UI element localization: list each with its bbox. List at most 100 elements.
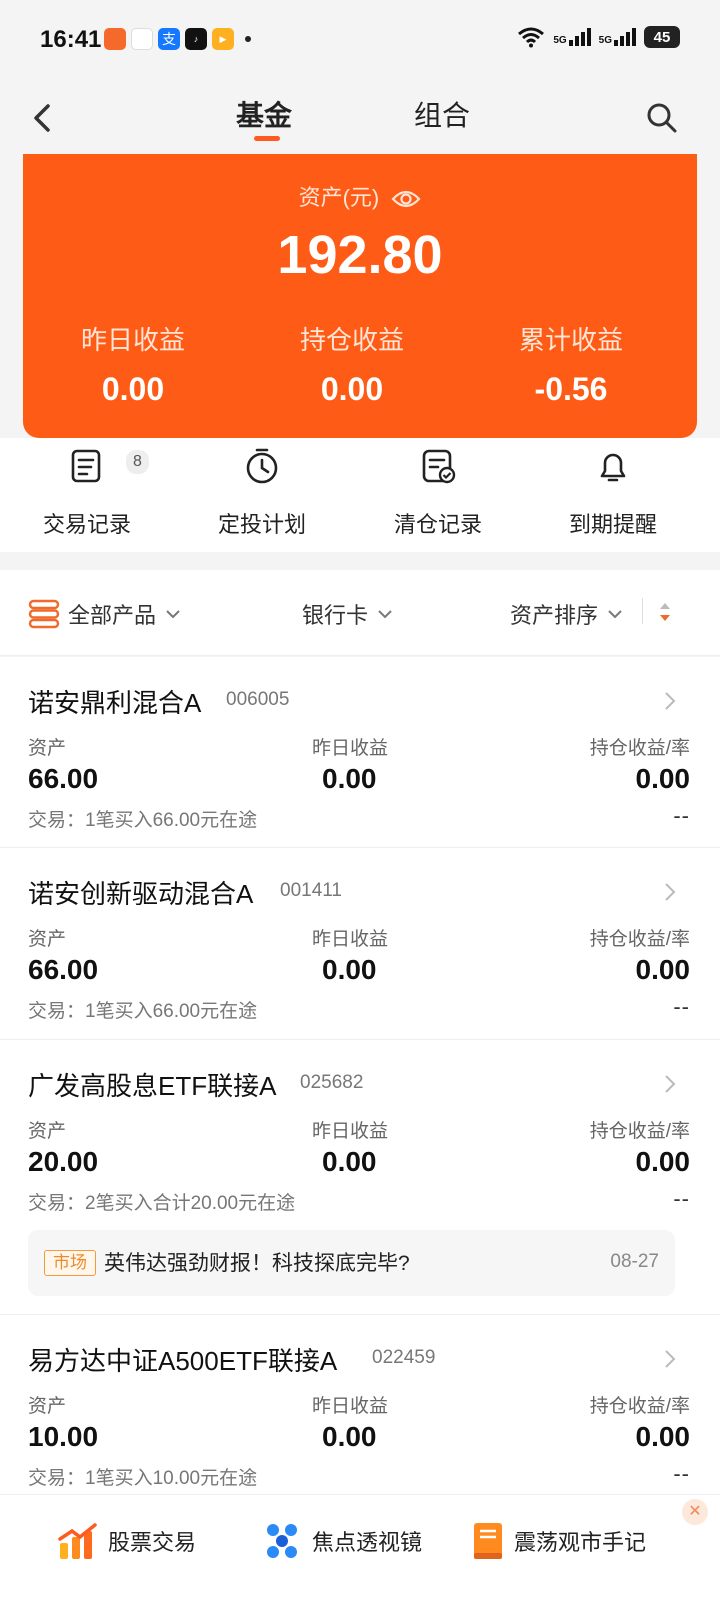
fund-name: 易方达中证A500ETF联接A — [28, 1346, 338, 1376]
news-title: 英伟达强劲财报！科技探底完毕? — [104, 1252, 410, 1275]
fund-item[interactable]: 诺安创新驱动混合A 001411 资产 昨日收益 持仓收益/率 66.00 0.… — [0, 848, 720, 1040]
status-indicators: 5G 5G 45 — [517, 26, 680, 48]
fund-name: 广发高股息ETF联接A — [28, 1071, 277, 1101]
news-tag: 市场 — [44, 1250, 96, 1276]
status-app-icons: 支 ♪ ▶ — [104, 28, 251, 50]
asset-total-value: 192.80 — [277, 225, 443, 285]
filter-all-products[interactable]: 全部产品 — [28, 598, 182, 630]
quick-action-label: 到期提醒 — [568, 512, 657, 537]
holding-value: 0.00 — [635, 1421, 691, 1452]
news-date: 08-27 — [610, 1251, 659, 1272]
asset-value: 66.00 — [28, 954, 99, 985]
asset-value: 66.00 — [28, 763, 99, 794]
transaction-record-icon — [71, 449, 101, 483]
stat-holding[interactable]: 持仓收益 0.00 — [242, 320, 462, 408]
quick-action-clear-record[interactable]: 清仓记录 — [363, 446, 513, 539]
fund-list: 诺安鼎利混合A 006005 资产 昨日收益 持仓收益/率 66.00 0.00… — [0, 657, 720, 1495]
battery-icon: 45 — [644, 26, 680, 48]
filter-label: 资产排序 — [510, 603, 599, 628]
asset-label: 资产(元) — [298, 185, 380, 210]
asset-label: 资产 — [28, 1396, 67, 1417]
stock-trade-icon — [58, 1523, 97, 1559]
holding-rate: -- — [673, 994, 690, 1019]
asset-label: 资产 — [28, 738, 67, 759]
yesterday-value: 0.00 — [322, 954, 377, 985]
eye-icon[interactable] — [391, 188, 421, 210]
quick-action-transaction-record[interactable]: 交易记录 8 — [12, 446, 162, 539]
trade-status: 交易：1笔买入66.00元在途 — [28, 1001, 258, 1022]
app-notification-icon: ▶ — [212, 28, 234, 50]
quick-action-investment-plan[interactable]: 定投计划 — [187, 446, 337, 539]
stat-cumulative[interactable]: 累计收益 -0.56 — [461, 320, 681, 408]
asset-summary-card: 资产(元) 192.80 昨日收益 0.00 持仓收益 0.00 累计收益 -0… — [23, 154, 697, 438]
holding-label: 持仓收益/率 — [589, 738, 690, 759]
asset-label: 资产 — [28, 1121, 67, 1142]
stat-value: -0.56 — [534, 371, 608, 407]
sort-order-icon[interactable] — [658, 600, 672, 624]
chevron-down-icon — [608, 610, 622, 619]
trade-status: 交易：1笔买入66.00元在途 — [28, 810, 258, 831]
tab-fund[interactable]: 基金 — [236, 94, 292, 134]
fund-name: 诺安鼎利混合A — [28, 688, 202, 718]
holding-rate: -- — [673, 1186, 690, 1211]
holding-label: 持仓收益/率 — [589, 1121, 690, 1142]
filter-sort[interactable]: 资产排序 — [510, 598, 624, 630]
fund-code: 022459 — [372, 1347, 436, 1368]
promo-focus-lens[interactable]: 焦点透视镜 — [262, 1521, 422, 1561]
bell-icon — [600, 453, 626, 482]
search-icon[interactable] — [644, 100, 680, 136]
quick-actions: 交易记录 8 定投计划 清仓记录 到期提醒 — [0, 438, 720, 552]
asset-label-row: 资产(元) — [23, 180, 697, 212]
yesterday-value: 0.00 — [322, 1146, 377, 1177]
signal-icon: 5G — [553, 28, 591, 46]
quick-action-label: 定投计划 — [217, 512, 306, 537]
stat-yesterday[interactable]: 昨日收益 0.00 — [23, 320, 243, 408]
fund-item[interactable]: 诺安鼎利混合A 006005 资产 昨日收益 持仓收益/率 66.00 0.00… — [0, 657, 720, 848]
promo-label: 震荡观市手记 — [514, 1530, 647, 1555]
quick-action-expiry-reminder[interactable]: 到期提醒 — [538, 446, 688, 539]
count-badge: 8 — [126, 450, 149, 474]
holding-value: 0.00 — [635, 954, 691, 985]
fund-code: 025682 — [300, 1072, 364, 1093]
chevron-down-icon — [378, 610, 392, 619]
filter-label: 全部产品 — [68, 603, 157, 628]
asset-value: 10.00 — [28, 1421, 99, 1452]
promo-market-notes[interactable]: 震荡观市手记 — [472, 1521, 646, 1561]
promo-label: 焦点透视镜 — [312, 1530, 423, 1555]
yesterday-label: 昨日收益 — [312, 1121, 389, 1142]
tab-portfolio[interactable]: 组合 — [414, 94, 470, 134]
stat-value: 0.00 — [320, 371, 384, 407]
back-arrow-icon[interactable] — [24, 98, 64, 138]
more-notifications-icon — [245, 36, 251, 42]
app-notification-icon — [104, 28, 126, 50]
market-news-card[interactable]: 市场 英伟达强劲财报！科技探底完毕? 08-27 — [28, 1230, 675, 1296]
layers-icon — [28, 599, 60, 629]
status-bar: 16:41 支 ♪ ▶ 5G 5G 45 — [0, 0, 720, 82]
fund-code: 001411 — [280, 880, 342, 901]
stat-value: 0.00 — [101, 371, 165, 407]
fund-item[interactable]: 广发高股息ETF联接A 025682 资产 昨日收益 持仓收益/率 20.00 … — [0, 1040, 720, 1315]
yesterday-label: 昨日收益 — [312, 738, 389, 759]
filter-label: 银行卡 — [302, 603, 369, 628]
chevron-down-icon — [166, 610, 180, 619]
holding-value: 0.00 — [635, 1146, 691, 1177]
close-icon[interactable]: ✕ — [682, 1499, 708, 1525]
top-nav: 基金 组合 — [0, 82, 720, 154]
focus-lens-icon — [267, 1524, 297, 1558]
fund-item[interactable]: 易方达中证A500ETF联接A 022459 资产 昨日收益 持仓收益/率 10… — [0, 1315, 720, 1495]
signal-icon: 5G — [599, 28, 636, 46]
stat-label: 昨日收益 — [80, 325, 185, 355]
alipay-icon: 支 — [158, 28, 180, 50]
holding-label: 持仓收益/率 — [589, 1396, 690, 1417]
app-notification-icon — [131, 28, 153, 50]
holding-label: 持仓收益/率 — [589, 929, 690, 950]
signal-type: 5G — [598, 35, 612, 46]
promo-stock-trade[interactable]: 股票交易 — [58, 1521, 196, 1561]
status-time: 16:41 — [40, 26, 102, 53]
signal-type: 5G — [553, 35, 567, 46]
holding-rate: -- — [673, 803, 690, 828]
filter-bar: 全部产品 银行卡 资产排序 — [0, 570, 720, 656]
stat-label: 持仓收益 — [299, 325, 404, 355]
bottom-promo-bar: 股票交易 焦点透视镜 震荡观市手记 ✕ — [0, 1494, 720, 1604]
filter-bank-card[interactable]: 银行卡 — [302, 598, 394, 630]
